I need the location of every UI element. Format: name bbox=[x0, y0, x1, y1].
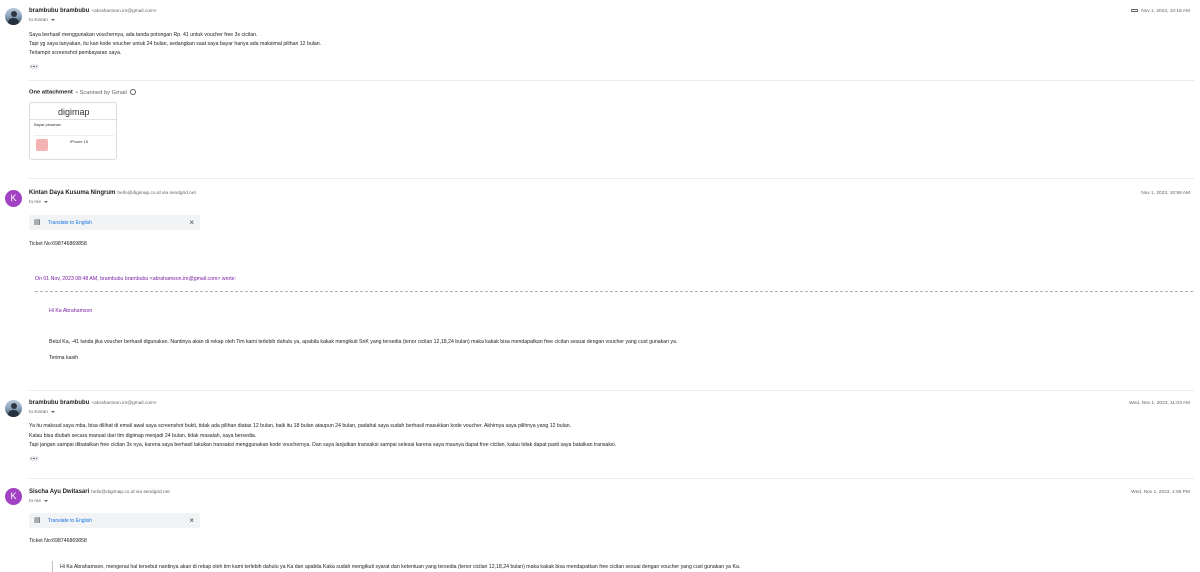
body-line: Tapi yg saya tanyakan, itu kan kode vouc… bbox=[29, 41, 322, 47]
info-icon[interactable] bbox=[130, 89, 137, 95]
close-icon[interactable]: × bbox=[189, 218, 194, 227]
translate-icon: ▤ bbox=[34, 517, 41, 524]
message-date-text: Nov 1, 2023, 10:18 AM bbox=[1141, 9, 1190, 14]
more-dots-icon bbox=[31, 458, 33, 460]
recipient-toggle[interactable]: to Kintan bbox=[29, 18, 55, 23]
sender-avatar[interactable] bbox=[5, 400, 22, 417]
product-image bbox=[36, 139, 48, 151]
sender-name[interactable]: Kintan Daya Kusuma Ningrum hello@digimap.… bbox=[29, 190, 196, 196]
divider bbox=[29, 178, 1194, 179]
body-line: Tapi jangan sampai dibatalkan free cicil… bbox=[29, 442, 617, 448]
sender-name[interactable]: brambubu brambubu <abrahamson.im@gmail.co… bbox=[29, 8, 157, 14]
translate-link[interactable]: Translate to English bbox=[48, 518, 92, 524]
quote-body: Betul Ka, -41 tanda jika voucher berhasi… bbox=[49, 339, 678, 345]
recipient-label: to Kintan bbox=[29, 410, 48, 415]
chevron-down-icon bbox=[44, 499, 48, 502]
attachment-thumbnail[interactable]: digimap Bayar pesanan iPhone 15 bbox=[29, 102, 117, 160]
scanned-label: • Scanned by Gmail bbox=[75, 89, 127, 96]
body-line: Ya itu maksud saya mba, bisa dilihat di … bbox=[29, 423, 572, 429]
message-1: brambubu brambubu <abrahamson.im@gmail.co… bbox=[0, 0, 1200, 175]
sender-name[interactable]: Sischa Ayu Dwitasari hello@digimap.co.id … bbox=[29, 489, 170, 495]
recipient-label: to me bbox=[29, 499, 41, 504]
thumb-product: iPhone 15 bbox=[70, 139, 89, 144]
divider bbox=[29, 478, 1194, 479]
reply-body: Hi Ka Abrahamson, mengenai hal tersebut … bbox=[60, 564, 741, 570]
message-date: Wed, Nov 1, 2023, 1:56 PM bbox=[1131, 490, 1190, 495]
translate-bar: ▤ Translate to English × bbox=[29, 513, 200, 528]
body-line: Kalau bisa diubah secara manual dari tim… bbox=[29, 433, 257, 439]
divider bbox=[29, 390, 1194, 391]
digimap-logo: digimap bbox=[58, 107, 90, 117]
chevron-down-icon bbox=[44, 200, 48, 203]
sender-email: hello@digimap.co.id via sendgrid.net bbox=[117, 191, 196, 196]
attachment-header: One attachment • Scanned by Gmail bbox=[29, 89, 137, 96]
sender-email: <abrahamson.im@gmail.com> bbox=[91, 401, 157, 406]
message-3: brambubu brambubu <abrahamson.im@gmail.co… bbox=[0, 392, 1200, 477]
ticket-number: Ticket No:698746869858 bbox=[29, 538, 87, 544]
sender-name[interactable]: brambubu brambubu <abrahamson.im@gmail.co… bbox=[29, 400, 157, 406]
thumb-title: Bayar pesanan bbox=[34, 122, 61, 127]
message-4: K Sischa Ayu Dwitasari hello@digimap.co.i… bbox=[0, 480, 1200, 572]
sender-name-text: brambubu brambubu bbox=[29, 400, 90, 406]
quote-greeting: Hi Ka Abrahamson bbox=[49, 308, 93, 314]
attachment-count: One attachment bbox=[29, 89, 73, 96]
message-date: Wed, Nov 1, 2023, 11:03 AM bbox=[1129, 401, 1190, 406]
recipient-toggle[interactable]: to me bbox=[29, 200, 48, 205]
show-trimmed-button[interactable] bbox=[29, 456, 39, 461]
sender-avatar[interactable]: K bbox=[5, 488, 22, 505]
recipient-label: to me bbox=[29, 200, 41, 205]
quote-header: On 01 Nov, 2023 08:48 AM, brambubu bramb… bbox=[35, 276, 236, 282]
quote-bar bbox=[52, 561, 53, 572]
chevron-down-icon bbox=[50, 410, 55, 413]
translate-icon: ▤ bbox=[34, 219, 41, 226]
quote-divider bbox=[35, 291, 1193, 292]
recipient-label: to Kintan bbox=[29, 18, 48, 23]
translate-bar: ▤ Translate to English × bbox=[29, 215, 200, 230]
body-line: Terlampir screenshot pembayaran saya. bbox=[29, 50, 122, 56]
close-icon[interactable]: × bbox=[189, 516, 194, 525]
message-date: Nov 1, 2023, 10:18 AM bbox=[1131, 9, 1190, 14]
sender-name-text: Kintan Daya Kusuma Ningrum bbox=[29, 190, 116, 196]
sender-avatar[interactable] bbox=[5, 8, 22, 25]
chevron-down-icon bbox=[50, 18, 55, 21]
sender-name-text: brambubu brambubu bbox=[29, 8, 90, 14]
sender-avatar[interactable]: K bbox=[5, 190, 22, 207]
quote-closing: Terima kasih bbox=[49, 355, 79, 361]
more-dots-icon bbox=[31, 66, 33, 68]
divider bbox=[29, 80, 1194, 81]
body-line: Saya berhasil menggunakan vouchernya, ad… bbox=[29, 32, 258, 38]
show-trimmed-button[interactable] bbox=[29, 64, 39, 69]
translate-link[interactable]: Translate to English bbox=[48, 220, 92, 226]
label-icon bbox=[1131, 9, 1139, 13]
sender-name-text: Sischa Ayu Dwitasari bbox=[29, 489, 90, 495]
message-2: K Kintan Daya Kusuma Ningrum hello@digima… bbox=[0, 180, 1200, 388]
sender-email: hello@digimap.co.id via sendgrid.net bbox=[91, 490, 170, 495]
recipient-toggle[interactable]: to Kintan bbox=[29, 410, 55, 415]
sender-email: <abrahamson.im@gmail.com> bbox=[91, 9, 157, 14]
message-date: Nov 1, 2023, 10:59 AM bbox=[1141, 191, 1190, 196]
recipient-toggle[interactable]: to me bbox=[29, 499, 48, 504]
ticket-number: Ticket No:698746869858 bbox=[29, 241, 87, 247]
